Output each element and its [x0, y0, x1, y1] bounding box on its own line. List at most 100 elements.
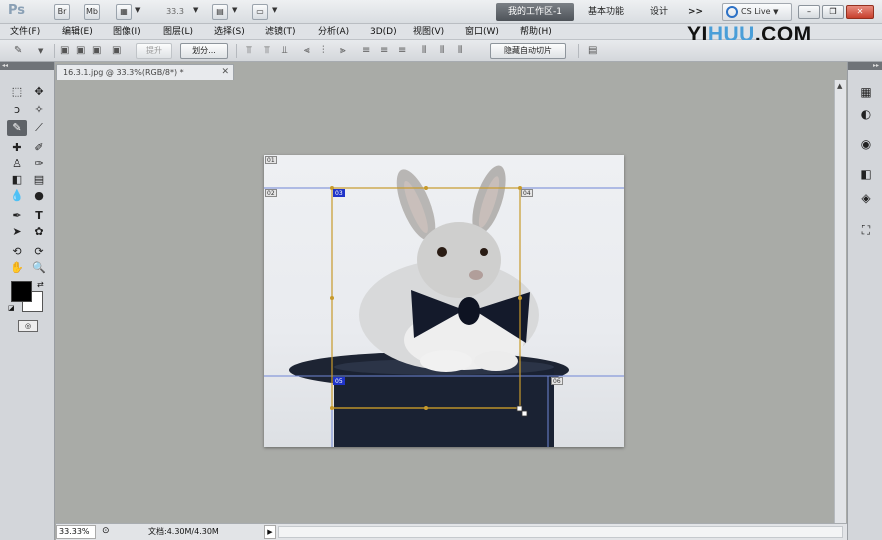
view-extras-button[interactable]: ▦ — [116, 4, 132, 20]
chevron-down-icon[interactable]: ▼ — [272, 6, 277, 14]
chevron-down-icon[interactable]: ▼ — [38, 45, 43, 57]
menu-file[interactable]: 文件(F) — [10, 25, 40, 39]
layers-panel-icon[interactable]: ◈ — [857, 190, 875, 206]
chevron-down-icon[interactable]: ▼ — [232, 6, 237, 14]
mini-bridge-button[interactable]: Mb — [84, 4, 100, 20]
slice-label[interactable]: 06 — [551, 377, 563, 385]
spot-healing-tool-icon[interactable]: ✚ — [7, 140, 27, 156]
distribute-hcenter-icon[interactable]: ⫴ — [440, 45, 444, 57]
type-tool-icon[interactable]: T — [29, 208, 49, 224]
document-image[interactable]: 01 02 03 04 05 06 — [264, 155, 624, 447]
menu-3d[interactable]: 3D(D) — [370, 25, 397, 39]
marquee-tool-icon[interactable]: ⬚ — [7, 84, 27, 100]
slice-label[interactable]: 02 — [265, 189, 277, 197]
menu-filter[interactable]: 滤镜(T) — [265, 25, 296, 39]
close-icon[interactable]: ✕ — [221, 65, 229, 80]
slice-label-selected[interactable]: 03 — [333, 189, 345, 197]
hand-tool-icon[interactable]: ✋ — [7, 260, 27, 276]
move-tool-icon[interactable]: ✥ — [29, 84, 49, 100]
cs-live-button[interactable]: CS Live ▼ — [722, 3, 792, 21]
clone-stamp-tool-icon[interactable]: ♙ — [7, 156, 27, 172]
default-colors-icon[interactable]: ◪ — [8, 304, 15, 312]
brush-tool-icon[interactable]: ✐ — [29, 140, 49, 156]
slice-options-icon[interactable]: ▤ — [588, 45, 597, 57]
menu-window[interactable]: 窗口(W) — [465, 25, 499, 39]
eraser-tool-icon[interactable]: ◧ — [7, 172, 27, 188]
screen-mode-button[interactable]: ▭ — [252, 4, 268, 20]
distribute-right-icon[interactable]: ⫴ — [458, 45, 462, 57]
lasso-tool-icon[interactable]: ↄ — [7, 102, 27, 118]
arrange-documents-button[interactable]: ▤ — [212, 4, 228, 20]
menu-analysis[interactable]: 分析(A) — [318, 25, 349, 39]
distribute-center-icon[interactable]: ≡ — [380, 45, 388, 57]
minimize-button[interactable]: – — [798, 5, 820, 19]
distribute-left-icon[interactable]: ⫴ — [422, 45, 426, 57]
align-right-icon[interactable]: ⫸ — [340, 45, 346, 57]
workspace-basic[interactable]: 基本功能 — [588, 3, 624, 21]
navigator-panel-icon[interactable]: ◐ — [857, 106, 875, 122]
align-vcenter-icon[interactable]: ⫪ — [264, 45, 270, 57]
slice-label-selected[interactable]: 05 — [333, 377, 345, 385]
menu-select[interactable]: 选择(S) — [214, 25, 245, 39]
maximize-button[interactable]: ❐ — [822, 5, 844, 19]
gradient-tool-icon[interactable]: ▤ — [29, 172, 49, 188]
document-tab[interactable]: 16.3.1.jpg @ 33.3%(RGB/8*) * ✕ — [56, 64, 234, 80]
slice-intersect-icon[interactable]: ▣ — [112, 45, 121, 57]
magic-wand-tool-icon[interactable]: ✧ — [29, 102, 49, 118]
align-hcenter-icon[interactable]: ⫶ — [322, 45, 325, 57]
panel-grip[interactable]: ▸▸ — [848, 62, 882, 70]
foreground-color-swatch[interactable] — [11, 281, 32, 302]
status-icon[interactable]: ⊙ — [102, 524, 110, 539]
histogram-panel-icon[interactable]: ▦ — [857, 84, 875, 100]
slice-add-icon[interactable]: ▣ — [76, 45, 85, 57]
swap-colors-icon[interactable]: ⇄ — [37, 280, 44, 289]
bridge-button[interactable]: Br — [54, 4, 70, 20]
shape-tool-icon[interactable]: ✿ — [29, 224, 49, 240]
dodge-tool-icon[interactable]: ● — [29, 188, 49, 204]
menu-image[interactable]: 图像(I) — [113, 25, 141, 39]
zoom-status-field[interactable]: 33.33% — [56, 525, 96, 539]
divide-slice-button[interactable]: 划分... — [180, 43, 228, 59]
status-menu-arrow-icon[interactable]: ▶ — [264, 525, 276, 539]
slice-label[interactable]: 01 — [265, 156, 277, 164]
workspace-active[interactable]: 我的工作区-1 — [496, 3, 574, 21]
zoom-level-field[interactable]: 33.3 — [158, 4, 192, 19]
color-panel-icon[interactable]: ◉ — [857, 136, 875, 152]
quick-mask-button[interactable]: ◎ — [18, 320, 38, 332]
eyedropper-tool-icon[interactable]: ⟋ — [29, 120, 49, 136]
menu-view[interactable]: 视图(V) — [413, 25, 444, 39]
history-brush-tool-icon[interactable]: ✑ — [29, 156, 49, 172]
panel-grip[interactable]: ◂◂ — [0, 62, 54, 70]
3d-orbit-tool-icon[interactable]: ⟳ — [29, 244, 49, 260]
slice-tool-icon[interactable]: ✎ — [14, 45, 22, 57]
more-workspaces-button[interactable]: >> — [688, 3, 703, 21]
3d-rotate-tool-icon[interactable]: ⟲ — [7, 244, 27, 260]
menu-help[interactable]: 帮助(H) — [520, 25, 552, 39]
align-top-icon[interactable]: ⫪ — [246, 45, 252, 57]
blur-tool-icon[interactable]: 💧 — [7, 188, 27, 204]
menu-edit[interactable]: 编辑(E) — [62, 25, 93, 39]
scroll-up-icon[interactable]: ▲ — [837, 82, 842, 90]
distribute-top-icon[interactable]: ≡ — [362, 45, 370, 57]
slice-tool-icon[interactable]: ✎ — [7, 120, 27, 136]
transform-panel-icon[interactable]: ⛶ — [857, 222, 875, 238]
adjustments-panel-icon[interactable]: ◧ — [857, 166, 875, 182]
horizontal-scrollbar[interactable] — [278, 526, 843, 538]
workspace-design[interactable]: 设计 — [650, 3, 668, 21]
promote-button[interactable]: 提升 — [136, 43, 172, 59]
menu-layer[interactable]: 图层(L) — [163, 25, 193, 39]
zoom-tool-icon[interactable]: 🔍 — [29, 260, 49, 276]
chevron-down-icon[interactable]: ▼ — [193, 6, 198, 14]
hide-auto-slices-button[interactable]: 隐藏自动切片 — [490, 43, 566, 59]
align-bottom-icon[interactable]: ⫫ — [282, 45, 288, 57]
pen-tool-icon[interactable]: ✒ — [7, 208, 27, 224]
slice-label[interactable]: 04 — [521, 189, 533, 197]
path-selection-tool-icon[interactable]: ➤ — [7, 224, 27, 240]
document-info[interactable]: 文档:4.30M/4.30M — [148, 524, 219, 539]
vertical-scrollbar[interactable]: ▲ — [834, 80, 846, 523]
close-button[interactable]: ✕ — [846, 5, 874, 19]
chevron-down-icon[interactable]: ▼ — [135, 6, 140, 14]
align-left-icon[interactable]: ⫷ — [304, 45, 310, 57]
slice-new-icon[interactable]: ▣ — [60, 45, 69, 57]
slice-subtract-icon[interactable]: ▣ — [92, 45, 101, 57]
